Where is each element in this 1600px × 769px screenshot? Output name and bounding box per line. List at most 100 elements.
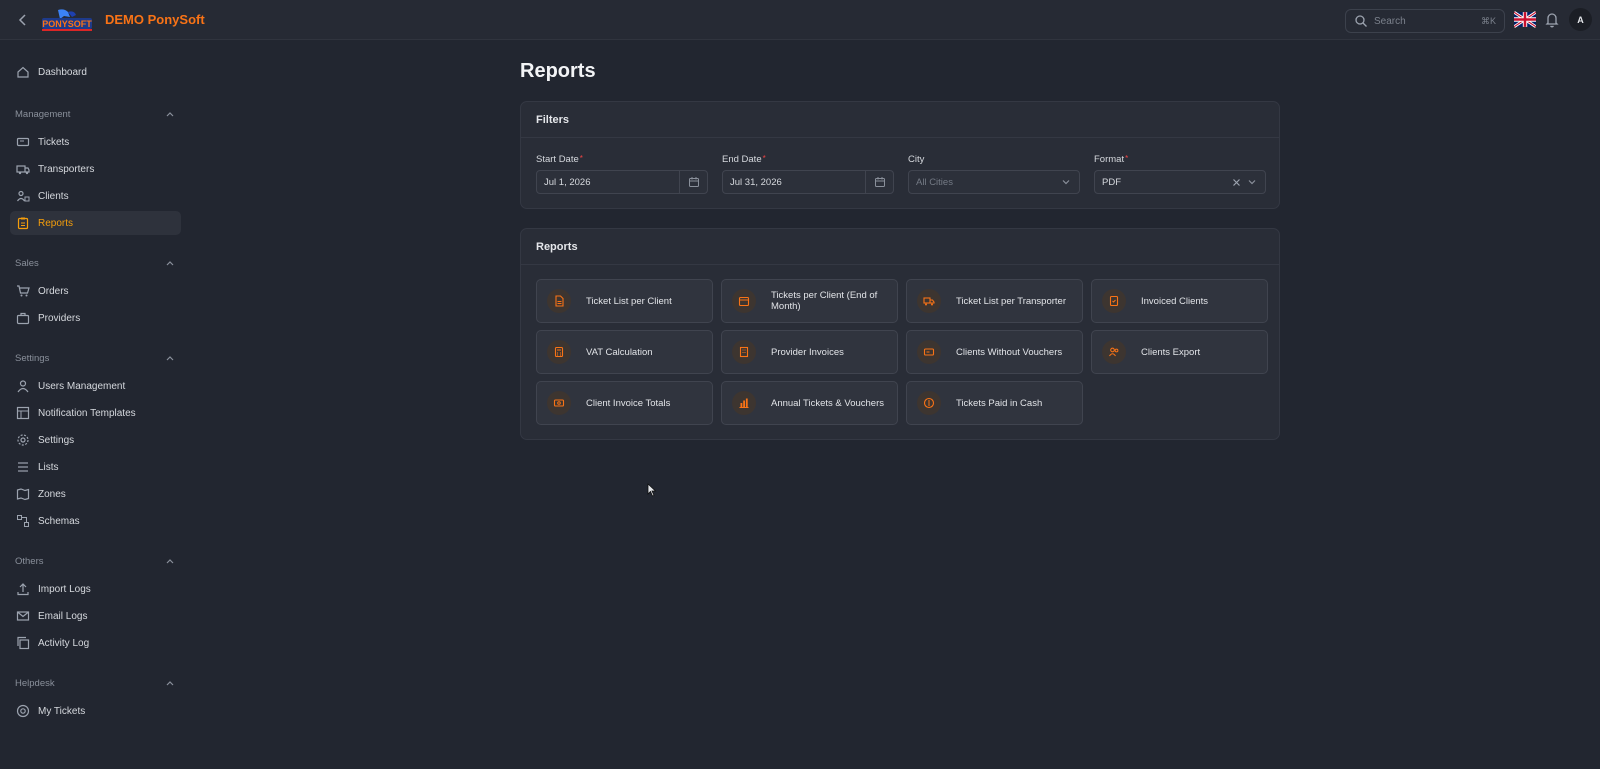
city-label: City (908, 154, 925, 165)
sidebar-item-settings[interactable]: Settings (10, 428, 181, 452)
report-vat-calculation[interactable]: VAT Calculation (536, 330, 713, 374)
sidebar-item-zones[interactable]: Zones (10, 482, 181, 506)
sidebar-item-providers[interactable]: Providers (10, 306, 181, 330)
calendar-icon[interactable] (679, 171, 707, 193)
report-annual-tickets-vouchers[interactable]: Annual Tickets & Vouchers (721, 381, 898, 425)
sidebar-item-label: Activity Log (38, 637, 90, 649)
end-date-input[interactable]: Jul 31, 2026 (722, 170, 894, 194)
sidebar-item-orders[interactable]: Orders (10, 279, 181, 303)
sidebar-item-label: Providers (38, 312, 81, 324)
report-provider-invoices[interactable]: Provider Invoices (721, 330, 898, 374)
report-tickets-paid-in-cash[interactable]: Tickets Paid in Cash (906, 381, 1083, 425)
start-date-input[interactable]: Jul 1, 2026 (536, 170, 708, 194)
cart-icon (16, 284, 30, 298)
reports-title: Reports (521, 229, 1279, 265)
page-title: Reports (520, 60, 596, 82)
sidebar-item-label: My Tickets (38, 705, 86, 717)
chevron-left-icon (18, 14, 26, 26)
upload-icon (16, 582, 30, 596)
city-field: City All Cities (908, 154, 1080, 194)
bar-chart-icon (732, 391, 756, 415)
sidebar-item-label: Import Logs (38, 583, 91, 595)
section-others[interactable]: Others (15, 553, 175, 569)
format-select[interactable]: PDF (1094, 170, 1266, 194)
clipboard-icon (16, 216, 30, 230)
report-label: Provider Invoices (771, 346, 844, 358)
sidebar-item-label: Lists (38, 461, 59, 473)
calendar-icon[interactable] (865, 171, 893, 193)
user-icon (16, 379, 30, 393)
chevron-up-icon (166, 559, 174, 564)
sidebar-item-email-logs[interactable]: Email Logs (10, 604, 181, 628)
report-label: Tickets Paid in Cash (956, 397, 1043, 409)
report-client-invoice-totals[interactable]: Client Invoice Totals (536, 381, 713, 425)
sidebar-item-label: Users Management (38, 380, 126, 392)
chevron-down-icon (1245, 178, 1259, 186)
calendar-icon (732, 289, 756, 313)
invoice-icon (1102, 289, 1126, 313)
sidebar-item-dashboard[interactable]: Dashboard (10, 60, 181, 84)
sidebar-item-my-tickets[interactable]: My Tickets (10, 699, 181, 723)
truck-icon (16, 162, 30, 176)
sidebar-item-label: Zones (38, 488, 66, 500)
sidebar-item-label: Settings (38, 434, 75, 446)
report-clients-without-vouchers[interactable]: Clients Without Vouchers (906, 330, 1083, 374)
sidebar-item-schemas[interactable]: Schemas (10, 509, 181, 533)
search-input[interactable] (1374, 15, 1474, 27)
uk-flag-icon[interactable] (1514, 11, 1536, 28)
ponysoft-logo[interactable]: PONYSOFT (40, 8, 94, 32)
sidebar-item-transporters[interactable]: Transporters (10, 157, 181, 181)
report-tickets-per-client-end-of-month[interactable]: Tickets per Client (End of Month) (721, 279, 898, 323)
sidebar-item-import-logs[interactable]: Import Logs (10, 577, 181, 601)
end-date-label: End Date* (722, 154, 766, 165)
chevron-up-icon (166, 261, 174, 266)
sidebar-item-activity-log[interactable]: Activity Log (10, 631, 181, 655)
avatar[interactable]: A (1569, 8, 1592, 31)
report-label: Annual Tickets & Vouchers (771, 397, 885, 409)
sidebar-item-reports[interactable]: Reports (10, 211, 181, 235)
sidebar-item-lists[interactable]: Lists (10, 455, 181, 479)
section-management[interactable]: Management (15, 106, 175, 122)
sidebar-item-label: Schemas (38, 515, 80, 527)
sidebar-item-label: Email Logs (38, 610, 88, 622)
truck-icon (917, 289, 941, 313)
section-label: Settings (15, 352, 50, 364)
section-settings[interactable]: Settings (15, 350, 175, 366)
sidebar: Dashboard Management Tickets Transporter… (0, 41, 192, 769)
report-label: Ticket List per Client (586, 295, 672, 307)
city-select[interactable]: All Cities (908, 170, 1080, 194)
report-invoiced-clients[interactable]: Invoiced Clients (1091, 279, 1268, 323)
report-label: VAT Calculation (586, 346, 653, 358)
ticket-icon (917, 340, 941, 364)
search-box[interactable]: ⌘K (1345, 9, 1505, 33)
report-label: Client Invoice Totals (586, 397, 671, 409)
sidebar-item-label: Clients (38, 190, 69, 202)
close-icon[interactable] (1229, 178, 1243, 187)
copy-icon (16, 636, 30, 650)
section-label: Others (15, 555, 44, 567)
bell-icon[interactable] (1544, 11, 1560, 28)
brand-name: DEMO PonySoft (105, 12, 205, 27)
sidebar-item-notification-templates[interactable]: Notification Templates (10, 401, 181, 425)
report-ticket-list-per-client[interactable]: Ticket List per Client (536, 279, 713, 323)
ticket-icon (16, 135, 30, 149)
back-button[interactable] (14, 10, 32, 30)
sidebar-item-users-management[interactable]: Users Management (10, 374, 181, 398)
report-clients-export[interactable]: Clients Export (1091, 330, 1268, 374)
report-label: Clients Without Vouchers (956, 346, 1063, 358)
format-label: Format* (1094, 154, 1129, 165)
filters-title: Filters (521, 102, 1279, 138)
search-icon (1355, 15, 1367, 27)
section-helpdesk[interactable]: Helpdesk (15, 675, 175, 691)
report-ticket-list-per-transporter[interactable]: Ticket List per Transporter (906, 279, 1083, 323)
sidebar-item-label: Tickets (38, 136, 70, 148)
sidebar-item-tickets[interactable]: Tickets (10, 130, 181, 154)
lifebuoy-icon (16, 704, 30, 718)
section-label: Helpdesk (15, 677, 55, 689)
report-label: Clients Export (1141, 346, 1201, 358)
section-sales[interactable]: Sales (15, 255, 175, 271)
sidebar-item-clients[interactable]: Clients (10, 184, 181, 208)
sidebar-item-label: Transporters (38, 163, 95, 175)
gear-icon (16, 433, 30, 447)
report-label: Tickets per Client (End of Month) (771, 290, 878, 312)
